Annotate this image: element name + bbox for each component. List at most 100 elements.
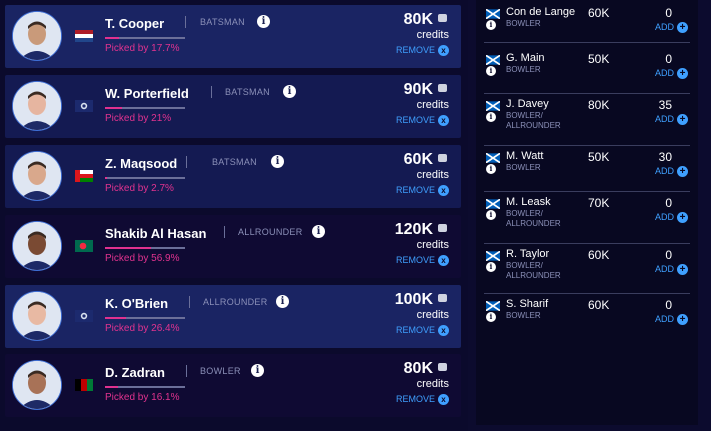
info-icon[interactable]: i	[486, 20, 496, 30]
info-icon[interactable]: i	[486, 112, 496, 122]
info-icon[interactable]: i	[486, 210, 496, 220]
credits-label: credits	[416, 239, 449, 251]
credits-label: credits	[416, 29, 449, 41]
remove-icon[interactable]: x	[438, 115, 449, 126]
info-icon[interactable]: i	[276, 295, 289, 308]
info-icon[interactable]: i	[486, 66, 496, 76]
add-icon[interactable]: +	[677, 68, 688, 79]
remove-link[interactable]: REMOVE	[396, 45, 435, 55]
player-avatar	[12, 81, 62, 131]
info-icon[interactable]: i	[283, 85, 296, 98]
remove-icon[interactable]: x	[438, 185, 449, 196]
player-name: D. Zadran	[105, 365, 165, 380]
remove-link[interactable]: REMOVE	[396, 185, 435, 195]
add-link[interactable]: ADD	[655, 264, 674, 274]
available-player-row[interactable]: i M. Watt BOWLER 50K 30 ADD +	[484, 146, 690, 192]
player-role: BOWLER/ ALLROUNDER	[506, 261, 561, 280]
info-icon[interactable]: i	[312, 225, 325, 238]
remove-icon[interactable]: x	[438, 394, 449, 405]
credits-label: credits	[416, 99, 449, 111]
player-role: BOWLER	[506, 163, 541, 172]
add-icon[interactable]: +	[677, 264, 688, 275]
coin-icon	[438, 294, 447, 302]
player-price: 60K	[588, 298, 610, 312]
name-role-divider	[186, 156, 187, 168]
player-name: M. Watt	[506, 150, 544, 162]
credits-label: credits	[416, 309, 449, 321]
selected-player-card[interactable]: D. Zadran BOWLER i Picked by 16.1% 80K credit…	[5, 354, 461, 417]
coin-icon	[438, 154, 447, 162]
name-role-divider	[186, 365, 187, 377]
picked-by-text: Picked by 26.4%	[105, 323, 180, 334]
info-icon[interactable]: i	[486, 262, 496, 272]
add-icon[interactable]: +	[677, 22, 688, 33]
player-name: T. Cooper	[105, 16, 165, 31]
player-name: Con de Lange	[506, 6, 576, 18]
remove-link[interactable]: REMOVE	[396, 325, 435, 335]
player-role: BOWLER	[506, 311, 541, 320]
name-role-divider	[211, 86, 212, 98]
player-price: 80K	[588, 98, 610, 112]
player-points: 0	[665, 196, 672, 210]
add-link[interactable]: ADD	[655, 314, 674, 324]
remove-link[interactable]: REMOVE	[396, 255, 435, 265]
selected-player-card[interactable]: W. Porterfield BATSMAN i Picked by 21% 90K cr…	[5, 75, 461, 138]
selected-player-card[interactable]: Shakib Al Hasan ALLROUNDER i Picked by 56.9…	[5, 215, 461, 278]
player-name: G. Main	[506, 52, 545, 64]
selected-player-card[interactable]: Z. Maqsood BATSMAN i Picked by 2.7% 60K credi…	[5, 145, 461, 208]
remove-icon[interactable]: x	[438, 255, 449, 266]
player-name: Shakib Al Hasan	[105, 226, 207, 241]
ireland-flag	[75, 99, 93, 112]
info-icon[interactable]: i	[257, 15, 270, 28]
player-name: S. Sharif	[506, 298, 549, 310]
add-link[interactable]: ADD	[655, 68, 674, 78]
info-icon[interactable]: i	[271, 155, 284, 168]
add-icon[interactable]: +	[677, 166, 688, 177]
available-player-row[interactable]: i M. Leask BOWLER/ ALLROUNDER 70K 0 ADD +	[484, 192, 690, 244]
add-link[interactable]: ADD	[655, 212, 674, 222]
picked-by-text: Picked by 17.7%	[105, 43, 180, 54]
remove-icon[interactable]: x	[438, 325, 449, 336]
available-player-row[interactable]: i J. Davey BOWLER/ ALLROUNDER 80K 35 ADD +	[484, 94, 690, 146]
available-player-row[interactable]: i Con de Lange BOWLER 60K 0 ADD +	[484, 2, 690, 43]
player-points: 0	[665, 298, 672, 312]
selected-player-card[interactable]: T. Cooper BATSMAN i Picked by 17.7% 80K credi…	[5, 5, 461, 68]
available-player-row[interactable]: i G. Main BOWLER 50K 0 ADD +	[484, 48, 690, 94]
info-icon[interactable]: i	[486, 164, 496, 174]
remove-icon[interactable]: x	[438, 45, 449, 56]
picked-by-text: Picked by 56.9%	[105, 253, 180, 264]
scotland-flag	[485, 6, 501, 20]
add-icon[interactable]: +	[677, 314, 688, 325]
player-points: 35	[658, 98, 672, 112]
selected-player-card[interactable]: K. O'Brien ALLROUNDER i Picked by 26.4% 100K…	[5, 285, 461, 348]
player-role: BOWLER/ ALLROUNDER	[506, 111, 561, 130]
picked-bar-fill	[105, 247, 151, 249]
add-icon[interactable]: +	[677, 114, 688, 125]
player-price: 60K	[588, 248, 610, 262]
remove-link[interactable]: REMOVE	[396, 115, 435, 125]
player-points: 0	[665, 248, 672, 262]
coin-icon	[438, 224, 447, 232]
available-player-row[interactable]: i S. Sharif BOWLER 60K 0 ADD +	[484, 294, 690, 340]
add-link[interactable]: ADD	[655, 114, 674, 124]
player-price: 60K	[403, 151, 433, 168]
info-icon[interactable]: i	[486, 312, 496, 322]
player-price: 50K	[588, 52, 610, 66]
scotland-flag	[485, 196, 501, 210]
player-role: BATSMAN	[212, 157, 257, 167]
player-avatar	[12, 11, 62, 61]
picked-bar	[105, 247, 185, 249]
player-price: 60K	[588, 6, 610, 20]
info-icon[interactable]: i	[251, 364, 264, 377]
add-link[interactable]: ADD	[655, 22, 674, 32]
coin-icon	[438, 14, 447, 22]
add-icon[interactable]: +	[677, 212, 688, 223]
coin-icon	[438, 84, 447, 92]
player-points: 0	[665, 52, 672, 66]
add-link[interactable]: ADD	[655, 166, 674, 176]
scotland-flag	[485, 298, 501, 312]
picked-bar-fill	[105, 317, 127, 319]
remove-link[interactable]: REMOVE	[396, 394, 435, 404]
available-player-row[interactable]: i R. Taylor BOWLER/ ALLROUNDER 60K 0 ADD +	[484, 244, 690, 294]
picked-bar	[105, 317, 185, 319]
